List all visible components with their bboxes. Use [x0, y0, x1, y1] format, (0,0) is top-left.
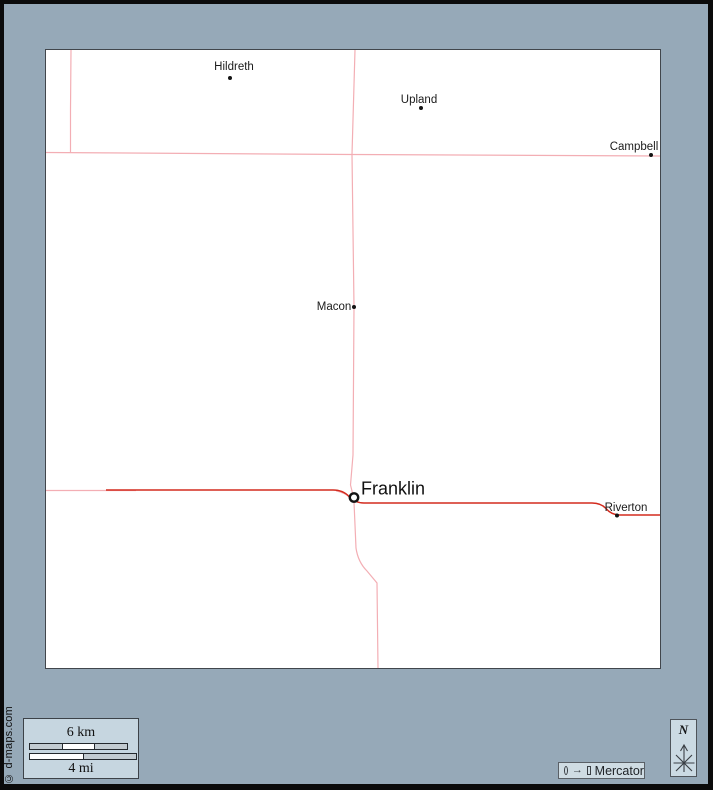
town-marker-campbell	[649, 153, 653, 157]
secondary-road-east-west	[46, 153, 660, 157]
town-marker-hildreth	[228, 76, 232, 80]
scale-km-label: 6 km	[24, 725, 138, 741]
scale-bar-km	[29, 743, 128, 750]
compass-rose-icon	[671, 739, 696, 777]
secondary-road-north-south	[351, 50, 356, 497]
scale-km-segment	[62, 744, 95, 749]
town-label-hildreth: Hildreth	[214, 61, 254, 73]
scale-km-segment	[30, 744, 62, 749]
compass-north-label: N	[671, 722, 696, 738]
projection-panel: → Mercator	[558, 762, 645, 779]
town-marker-upland	[419, 106, 423, 110]
town-marker-franklin-ring	[350, 493, 358, 501]
projection-name: Mercator	[595, 764, 644, 778]
scale-km-segment	[94, 744, 127, 749]
dmaps-credit: © d-maps.com	[3, 706, 15, 784]
town-label-upland: Upland	[401, 94, 437, 106]
town-label-macon: Macon	[317, 301, 352, 313]
globe-circle-icon	[564, 766, 568, 775]
scale-bar-panel: 6 km 4 mi	[23, 718, 139, 779]
compass-panel: N	[670, 719, 697, 777]
scale-mi-label: 4 mi	[24, 761, 138, 777]
town-marker-macon	[352, 305, 356, 309]
town-label-campbell: Campbell	[610, 141, 659, 153]
map-area: Hildreth Upland Campbell Macon Franklin …	[45, 49, 661, 669]
flat-map-square-icon	[587, 766, 591, 775]
secondary-road-south	[354, 502, 378, 668]
roads-layer	[46, 50, 660, 668]
town-marker-riverton	[615, 514, 619, 518]
map-page: Hildreth Upland Campbell Macon Franklin …	[0, 0, 713, 790]
town-label-riverton: Riverton	[605, 502, 648, 514]
town-label-franklin: Franklin	[361, 479, 425, 500]
scale-mi-segment	[30, 754, 83, 759]
scale-mi-segment	[83, 754, 137, 759]
projection-arrow-icon: →	[572, 766, 583, 775]
secondary-road-north-west	[71, 50, 72, 153]
scale-bar-mi	[29, 753, 137, 760]
